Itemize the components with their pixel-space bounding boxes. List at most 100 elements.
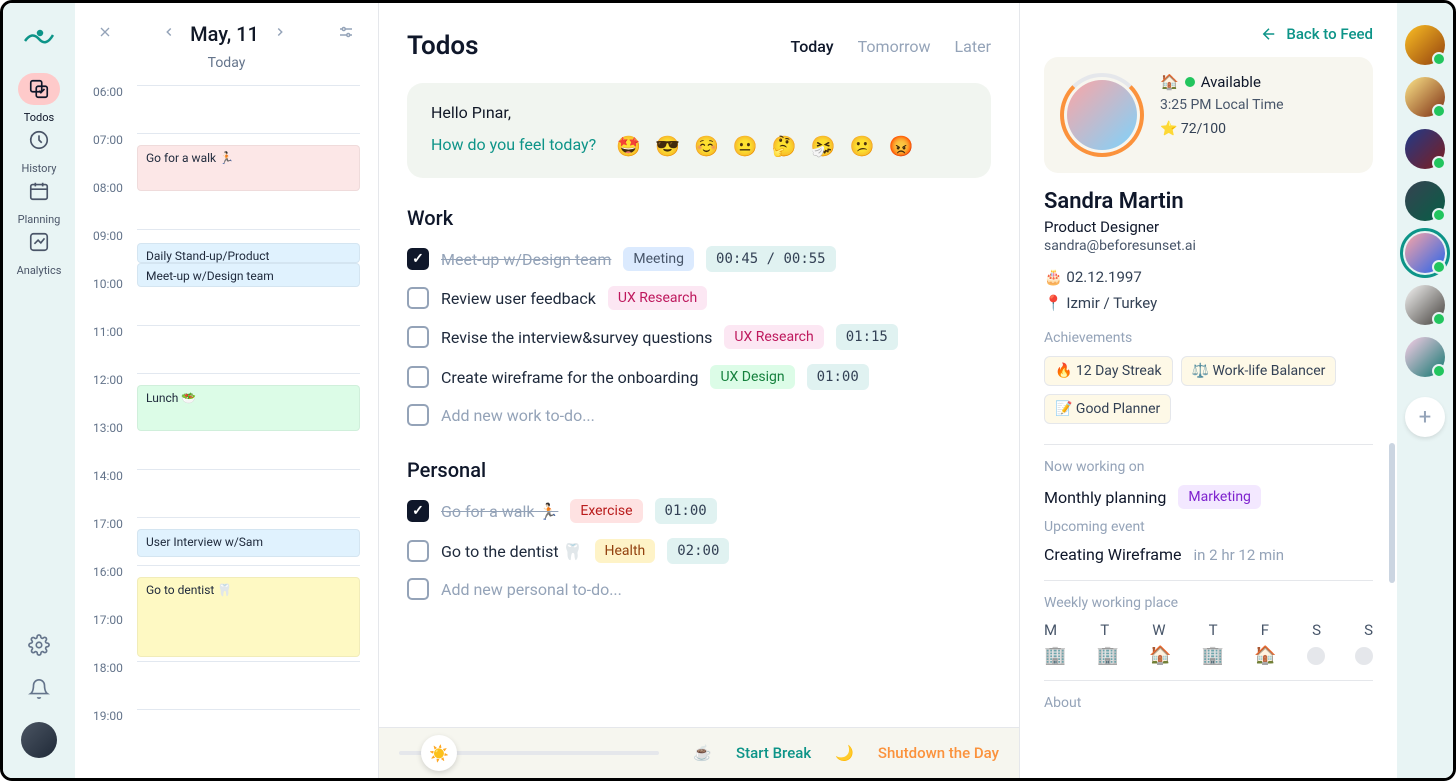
settings-icon[interactable] <box>28 634 50 660</box>
nav-planning[interactable]: Planning <box>17 175 62 226</box>
checkbox[interactable] <box>407 248 429 270</box>
calendar-event[interactable]: Daily Stand-up/Product <box>137 243 360 263</box>
coffee-icon: ☕ <box>693 744 712 762</box>
team-avatar[interactable] <box>1405 77 1445 117</box>
todo-time: 02:00 <box>667 538 729 564</box>
todo-tag: Meeting <box>623 247 694 271</box>
sun-icon: ☀️ <box>421 735 457 771</box>
mood-emoji[interactable]: 🤧 <box>811 134 836 158</box>
tab-later[interactable]: Later <box>955 37 991 56</box>
team-avatar[interactable] <box>1405 181 1445 221</box>
add-todo-input[interactable]: Add new personal to-do... <box>441 580 622 599</box>
add-checkbox[interactable] <box>407 578 429 600</box>
hour-label: 11:00 <box>93 325 137 339</box>
workplace-icon: 🏠 <box>1149 645 1171 666</box>
checkbox[interactable] <box>407 540 429 562</box>
workplace-icon: 🏢 <box>1202 645 1224 666</box>
scrollbar[interactable] <box>1389 443 1395 583</box>
todo-item: Revise the interview&survey questions UX … <box>407 324 991 350</box>
weekday-label: M <box>1044 621 1057 639</box>
team-avatar[interactable] <box>1405 233 1445 273</box>
todo-time: 01:15 <box>836 324 898 350</box>
filter-icon[interactable] <box>332 19 360 49</box>
profile-email: sandra@beforesunset.ai <box>1044 238 1373 254</box>
mood-emoji[interactable]: ☺️ <box>694 134 719 158</box>
workplace-empty <box>1355 647 1373 665</box>
todo-text[interactable]: Revise the interview&survey questions <box>441 328 712 347</box>
team-avatar[interactable] <box>1405 285 1445 325</box>
profile-birthday: 🎂 02.12.1997 <box>1044 268 1373 286</box>
chevron-right-icon[interactable] <box>269 21 291 47</box>
weekday-label: S <box>1312 621 1321 639</box>
hour-label: 13:00 <box>93 421 137 435</box>
add-todo-input[interactable]: Add new work to-do... <box>441 406 595 425</box>
back-to-feed-button[interactable]: Back to Feed <box>1044 25 1373 43</box>
todo-text[interactable]: Go for a walk 🏃🏻 <box>441 502 558 521</box>
tab-tomorrow[interactable]: Tomorrow <box>858 37 931 56</box>
team-avatar[interactable] <box>1405 337 1445 377</box>
nav-todos[interactable]: Todos <box>17 73 62 124</box>
checkbox[interactable] <box>407 326 429 348</box>
chevron-left-icon[interactable] <box>158 21 180 47</box>
workplace-icon: 🏢 <box>1044 645 1066 666</box>
checkbox[interactable] <box>407 500 429 522</box>
weekday-label: T <box>1209 621 1218 639</box>
status-dot <box>1185 77 1195 87</box>
team-avatar[interactable] <box>1405 25 1445 65</box>
checkbox[interactable] <box>407 287 429 309</box>
mood-emoji[interactable]: 🤔 <box>772 134 797 158</box>
day-progress-slider[interactable]: ☀️ <box>399 751 659 755</box>
checkbox[interactable] <box>407 366 429 388</box>
todo-text[interactable]: Create wireframe for the onboarding <box>441 368 698 387</box>
todo-tag: Exercise <box>570 499 642 523</box>
planning-icon <box>18 175 60 207</box>
tab-today[interactable]: Today <box>791 37 834 56</box>
greeting-question: How do you feel today? <box>431 135 596 154</box>
mood-emoji[interactable]: 😕 <box>850 134 875 158</box>
todo-text[interactable]: Go to the dentist 🦷 <box>441 542 583 561</box>
nav-analytics[interactable]: Analytics <box>17 226 62 277</box>
calendar-event[interactable]: Go for a walk 🏃🏻 <box>137 145 360 191</box>
shutdown-button[interactable]: Shutdown the Day <box>878 744 999 762</box>
add-team-button[interactable]: + <box>1405 397 1445 437</box>
todo-tag: UX Design <box>710 365 794 389</box>
team-avatar[interactable] <box>1405 129 1445 169</box>
todo-text[interactable]: Meet-up w/Design team <box>441 250 611 269</box>
todo-text[interactable]: Review user feedback <box>441 289 596 308</box>
workplace-empty <box>1307 647 1325 665</box>
user-avatar[interactable] <box>21 722 57 758</box>
mood-emoji[interactable]: 😡 <box>888 134 913 158</box>
hour-label: 17:00 <box>93 517 137 531</box>
hour-label: 06:00 <box>93 85 137 99</box>
add-checkbox[interactable] <box>407 404 429 426</box>
hour-label: 19:00 <box>93 709 137 723</box>
score: ⭐ 72/100 <box>1160 121 1284 137</box>
hour-label: 18:00 <box>93 661 137 675</box>
nav-history[interactable]: History <box>17 124 62 175</box>
history-icon <box>18 124 60 156</box>
close-icon[interactable] <box>93 20 117 48</box>
achievement-badge: 📝 Good Planner <box>1044 394 1171 424</box>
todo-item: Go for a walk 🏃🏻Exercise01:00 <box>407 498 991 524</box>
local-time: 3:25 PM Local Time <box>1160 97 1284 113</box>
mood-emoji[interactable]: 😎 <box>655 134 680 158</box>
calendar-event[interactable]: Meet-up w/Design team <box>137 263 360 287</box>
todo-tag: Health <box>595 539 656 563</box>
upcoming-task: Creating Wireframe <box>1044 545 1182 564</box>
todo-tag: UX Research <box>724 325 823 349</box>
start-break-button[interactable]: Start Break <box>736 744 811 762</box>
upcoming-label: Upcoming event <box>1044 519 1373 535</box>
workplace-icon: 🏠 <box>1254 645 1276 666</box>
page-title: Todos <box>407 31 478 61</box>
mood-emoji[interactable]: 🤩 <box>616 134 641 158</box>
profile-avatar <box>1060 73 1144 157</box>
calendar-event[interactable]: User Interview w/Sam <box>137 529 360 557</box>
calendar-event[interactable]: Go to dentist 🦷 <box>137 577 360 657</box>
now-working-label: Now working on <box>1044 459 1373 475</box>
personal-section-title: Personal <box>407 458 991 482</box>
today-label[interactable]: Today <box>93 55 360 71</box>
calendar-event[interactable]: Lunch 🥗 <box>137 385 360 431</box>
mood-emoji[interactable]: 😐 <box>733 134 758 158</box>
about-label: About <box>1044 695 1373 711</box>
bell-icon[interactable] <box>28 678 50 704</box>
